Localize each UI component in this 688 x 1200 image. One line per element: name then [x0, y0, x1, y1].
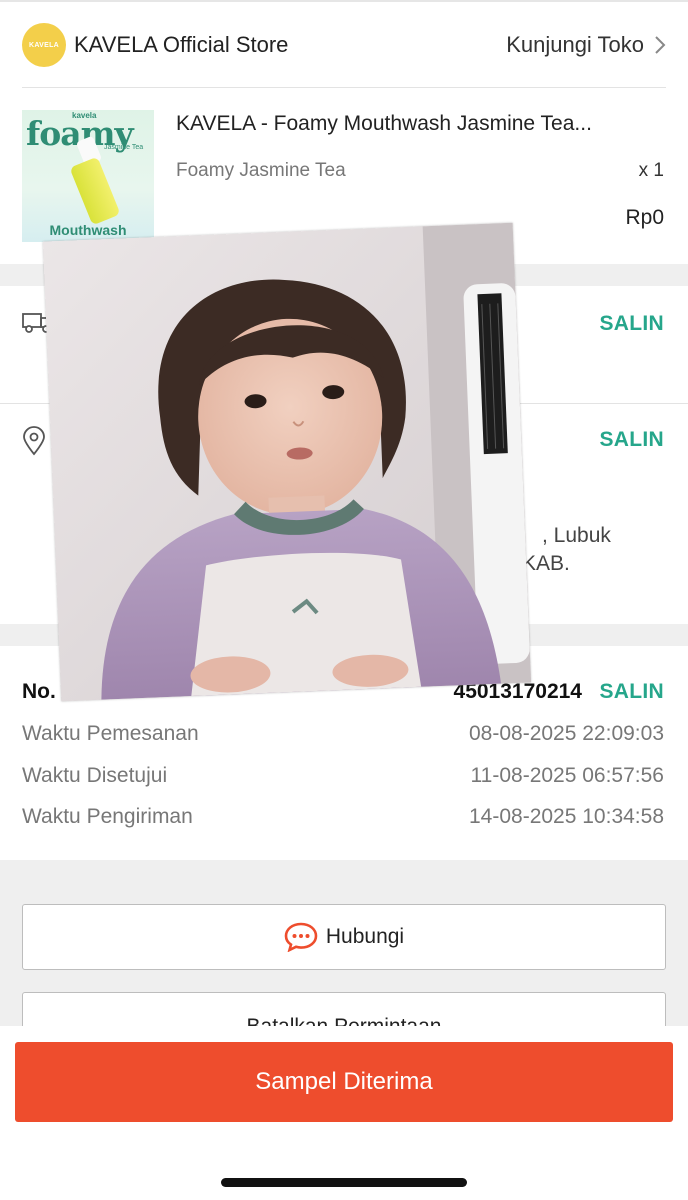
store-header[interactable]: KAVELA KAVELA Official Store Kunjungi To…	[0, 2, 688, 88]
visit-store-link[interactable]: Kunjungi Toko	[506, 32, 666, 58]
child-photo-illustration	[42, 222, 532, 702]
product-variant: Foamy Jasmine Tea	[176, 160, 346, 181]
sample-received-label: Sampel Diterima	[255, 1068, 433, 1095]
copy-tracking-button[interactable]: SALIN	[600, 312, 665, 336]
product-image-caption: Mouthwash	[49, 222, 127, 238]
store-logo: KAVELA	[22, 23, 66, 67]
chat-bubble-icon	[284, 922, 318, 952]
approval-time-label: Waktu Disetujui	[22, 764, 168, 787]
address-fragment: , Lubuk	[542, 524, 611, 547]
bottle-graphic	[69, 156, 121, 226]
shipping-time-value: 14-08-2025 10:34:58	[469, 805, 664, 828]
contact-label: Hubungi	[325, 925, 405, 948]
copy-address-button[interactable]: SALIN	[600, 428, 665, 452]
product-quantity: x 1	[638, 160, 664, 181]
approval-time-row: Waktu Disetujui 11-08-2025 06:57:56	[22, 764, 664, 794]
chevron-right-icon	[655, 36, 666, 54]
overlay-photo	[42, 222, 532, 702]
store-name: KAVELA Official Store	[74, 32, 289, 57]
visit-store-label: Kunjungi Toko	[506, 32, 644, 57]
divider	[22, 87, 666, 88]
shipping-time-label: Waktu Pengiriman	[22, 805, 193, 828]
home-indicator	[221, 1178, 467, 1187]
copy-order-number-button[interactable]: SALIN	[600, 680, 665, 704]
location-pin-icon	[22, 426, 46, 461]
address-fragment: KAB.	[522, 552, 570, 575]
shipping-time-row: Waktu Pengiriman 14-08-2025 10:34:58	[22, 805, 664, 835]
product-image[interactable]: kavela foamy Jasmine Tea Mouthwash	[22, 110, 154, 242]
product-price: Rp0	[625, 206, 664, 229]
order-time-row: Waktu Pemesanan 08-08-2025 22:09:03	[22, 722, 664, 752]
store-logo-text: KAVELA	[28, 41, 60, 49]
order-time-value: 08-08-2025 22:09:03	[469, 722, 664, 745]
sample-received-button[interactable]: Sampel Diterima	[15, 1042, 673, 1122]
product-image-variant: Jasmine Tea	[104, 144, 144, 151]
product-title[interactable]: KAVELA - Foamy Mouthwash Jasmine Tea...	[176, 112, 666, 136]
order-time-label: Waktu Pemesanan	[22, 722, 199, 745]
contact-button[interactable]: Hubungi	[22, 904, 666, 970]
approval-time-value: 11-08-2025 06:57:56	[470, 764, 664, 787]
